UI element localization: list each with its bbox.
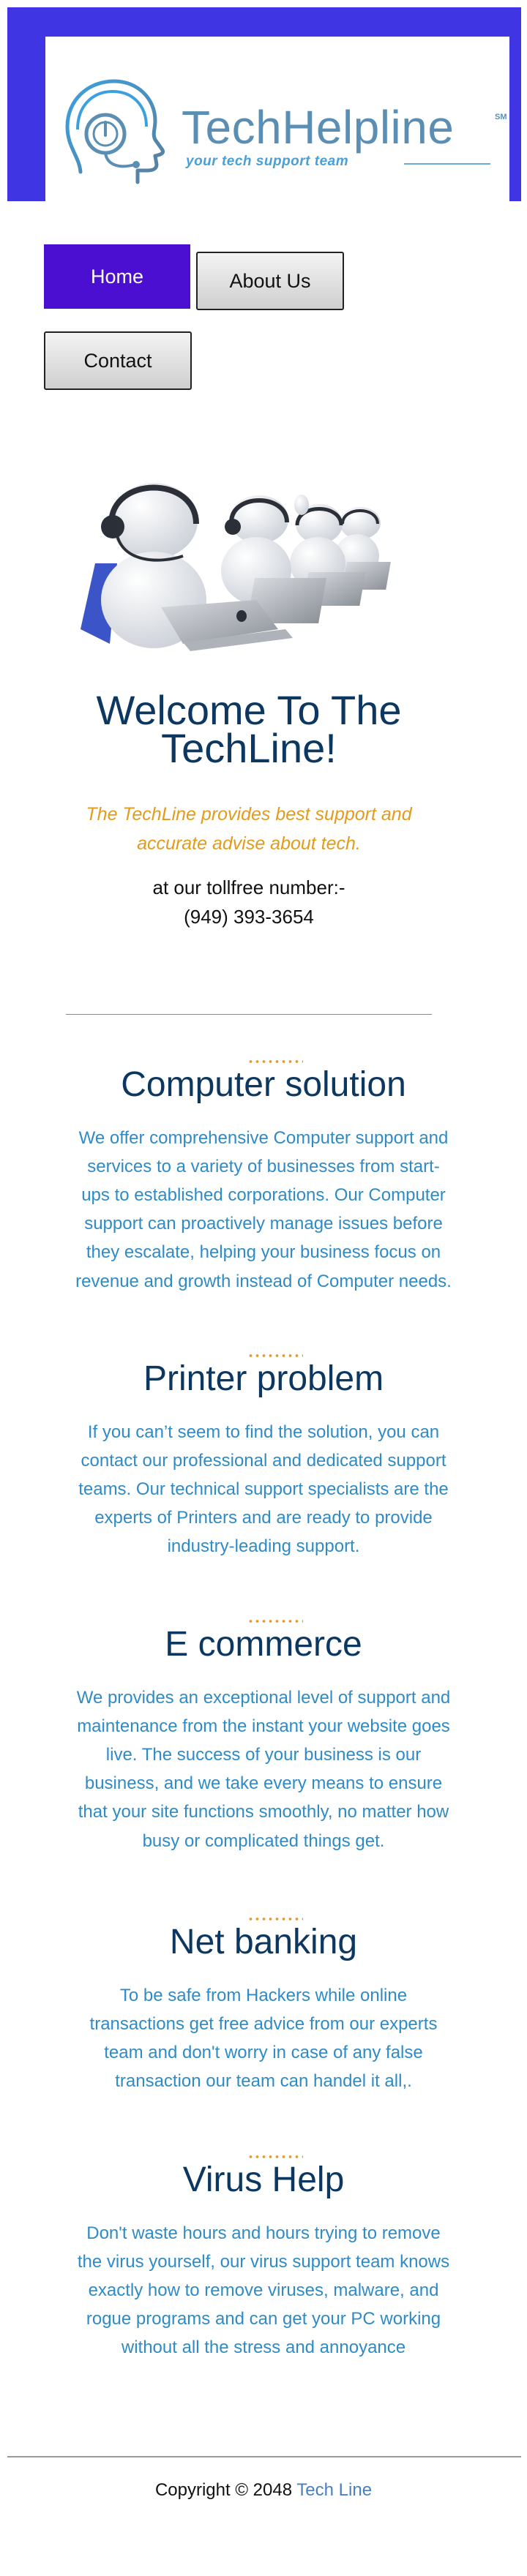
welcome-line-1: Welcome To The	[96, 687, 402, 733]
body-line: busy or complicated things get.	[142, 1830, 385, 1851]
section-body-netbanking: To be safe from Hackers while online tra…	[73, 1981, 454, 2095]
body-line: contact our professional and dedicated s…	[81, 1451, 446, 1471]
section-title-computer: Computer solution	[121, 1065, 406, 1104]
headset-head-logo-icon	[65, 79, 165, 184]
footer-divider	[7, 2456, 521, 2457]
footer-brand-link[interactable]: Tech Line	[296, 2480, 372, 2500]
section-body-virus: Don't waste hours and hours trying to re…	[73, 2219, 454, 2362]
section-title-printer: Printer problem	[143, 1359, 384, 1398]
body-line: the virus yourself, our virus support te…	[77, 2252, 450, 2272]
body-line: that your site functions smoothly, no ma…	[78, 1802, 449, 1822]
welcome-line-2: TechLine!	[161, 724, 337, 771]
body-line: rogue programs and can get your PC worki…	[86, 2309, 441, 2329]
phone-number: (949) 393-3654	[184, 906, 314, 928]
body-line: revenue and growth instead of Computer n…	[75, 1271, 452, 1291]
section-title-ecommerce: E commerce	[165, 1625, 362, 1664]
section-body-computer: We offer comprehensive Computer support …	[73, 1124, 454, 1296]
body-line: To be safe from Hackers while online	[119, 1986, 408, 2005]
copyright-text: Copyright © 2048	[154, 2480, 297, 2500]
body-line: Don't waste hours and hours trying to re…	[86, 2223, 441, 2243]
welcome-tagline: The TechLine provides best support and a…	[66, 800, 432, 858]
body-line: ups to established corporations. Our Com…	[81, 1185, 446, 1206]
body-line: experts of Printers and are ready to pro…	[94, 1508, 433, 1528]
logo-panel: TechHelpline SM your tech support team	[45, 37, 509, 203]
body-line: they escalate, helping your business foc…	[86, 1242, 441, 1263]
nav-contact-button[interactable]: Contact	[44, 331, 192, 390]
logo-tagline: your tech support team	[186, 154, 349, 169]
body-line: industry-leading support.	[167, 1536, 360, 1557]
dotted-ornament	[247, 1353, 303, 1358]
dotted-ornament	[247, 1059, 303, 1064]
welcome-heading: Welcome To The TechLine!	[29, 687, 468, 771]
body-line: transactions get free advice from our ex…	[89, 2014, 438, 2035]
body-line: live. The success of your business is ou…	[105, 1745, 422, 1765]
body-line: We provides an exceptional level of supp…	[76, 1688, 451, 1708]
header-banner: TechHelpline SM your tech support team	[7, 7, 521, 203]
dotted-ornament	[247, 2155, 303, 2159]
footer-copyright: Copyright © 2048 Tech Line	[0, 2480, 527, 2501]
body-line: We offer comprehensive Computer support …	[78, 1128, 449, 1148]
logo-underline	[404, 163, 490, 165]
tollfree-label: at our tollfree number:-	[152, 876, 345, 898]
body-line: team and don't worry in case of any fals…	[104, 2043, 423, 2063]
tagline-line-1: The TechLine provides best support and	[86, 804, 412, 825]
logo-service-mark: SM	[495, 113, 507, 121]
body-line: without all the stress and annoyance	[121, 2337, 406, 2358]
body-line: services to a variety of businesses from…	[87, 1157, 440, 1177]
body-line: business, and we take every means to ens…	[84, 1773, 443, 1794]
tagline-line-2: accurate advise about tech.	[137, 833, 361, 854]
section-title-virus: Virus Help	[182, 2160, 345, 2199]
nav-about-button[interactable]: About Us	[196, 252, 344, 310]
body-line: transaction our team can handel it all,.	[115, 2071, 412, 2092]
body-line: support can proactively manage issues be…	[84, 1214, 443, 1234]
dotted-ornament	[247, 1619, 303, 1623]
section-divider	[66, 1014, 432, 1015]
body-line: exactly how to remove viruses, malware, …	[88, 2280, 439, 2301]
body-line: teams. Our technical support specialists…	[78, 1479, 449, 1500]
tollfree-block: at our tollfree number:- (949) 393-3654	[66, 873, 432, 932]
section-title-netbanking: Net banking	[169, 1923, 358, 1961]
section-body-ecommerce: We provides an exceptional level of supp…	[73, 1683, 454, 1855]
support-agents-hero-image	[81, 483, 391, 651]
nav-home-button[interactable]: Home	[44, 244, 190, 309]
body-line: If you can’t seem to find the solution, …	[87, 1422, 440, 1442]
logo-title: TechHelpline	[182, 101, 455, 154]
section-body-printer: If you can’t seem to find the solution, …	[73, 1418, 454, 1561]
dotted-ornament	[247, 1917, 303, 1921]
body-line: maintenance from the instant your websit…	[77, 1716, 450, 1737]
